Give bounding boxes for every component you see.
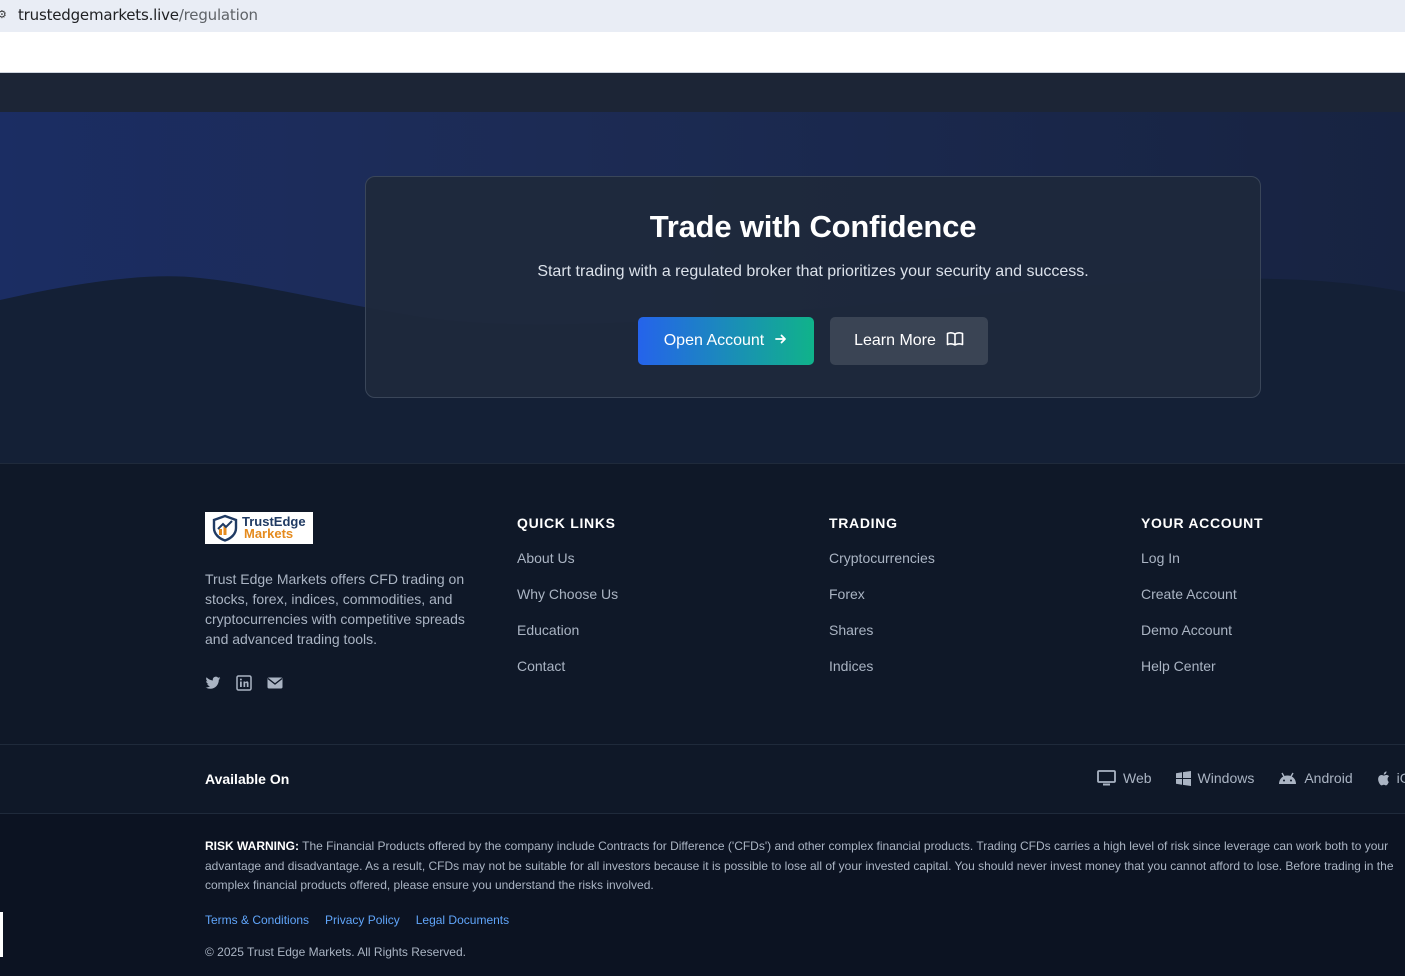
site-header <box>0 32 1405 73</box>
footer-link-help-center[interactable]: Help Center <box>1141 658 1263 694</box>
risk-warning-label: RISK WARNING: <box>205 839 299 853</box>
footer-link-create-account[interactable]: Create Account <box>1141 586 1263 622</box>
arrow-right-icon <box>774 332 788 351</box>
cta-title: Trade with Confidence <box>649 209 977 244</box>
platform-list: Web Windows Android iOS <box>1097 770 1405 786</box>
url-domain: trustedgemarkets.live <box>18 6 179 24</box>
footer-link-indices[interactable]: Indices <box>829 658 935 694</box>
footer-link-cryptocurrencies[interactable]: Cryptocurrencies <box>829 550 935 586</box>
shield-logo-icon <box>212 514 238 542</box>
footer-link-log-in[interactable]: Log In <box>1141 550 1263 586</box>
url-text[interactable]: trustedgemarkets.live/regulation <box>18 7 258 23</box>
account-column: YOUR ACCOUNT Log In Create Account Demo … <box>1141 515 1263 694</box>
platform-windows-label: Windows <box>1197 770 1255 786</box>
platform-windows[interactable]: Windows <box>1175 770 1255 786</box>
url-path: /regulation <box>178 6 258 24</box>
desktop-icon <box>1097 770 1116 786</box>
platform-ios-label: iOS <box>1396 770 1405 786</box>
android-icon <box>1279 772 1297 784</box>
windows-icon <box>1175 770 1191 786</box>
open-account-button[interactable]: Open Account <box>638 317 814 365</box>
open-account-label: Open Account <box>663 332 765 349</box>
footer: TrustEdge Markets Trust Edge Markets off… <box>0 463 1405 744</box>
privacy-policy-link[interactable]: Privacy Policy <box>325 913 400 927</box>
book-icon <box>946 331 964 352</box>
footer-link-education[interactable]: Education <box>517 622 618 658</box>
footer-link-why-choose-us[interactable]: Why Choose Us <box>517 586 618 622</box>
legal-documents-link[interactable]: Legal Documents <box>416 913 509 927</box>
cta-section: Trade with Confidence Start trading with… <box>0 112 1405 463</box>
terms-link[interactable]: Terms & Conditions <box>205 913 309 927</box>
platform-android-label: Android <box>1304 770 1353 786</box>
available-on-label: Available On <box>205 771 290 787</box>
risk-warning-text: The Financial Products offered by the co… <box>205 839 1394 892</box>
footer-link-contact[interactable]: Contact <box>517 658 618 694</box>
platform-ios[interactable]: iOS <box>1377 770 1405 786</box>
trading-column: TRADING Cryptocurrencies Forex Shares In… <box>829 515 935 694</box>
quick-links-column: QUICK LINKS About Us Why Choose Us Educa… <box>517 515 618 694</box>
trustedge-logo[interactable]: TrustEdge Markets <box>205 512 313 544</box>
trading-heading: TRADING <box>829 515 898 531</box>
linkedin-icon[interactable] <box>236 675 252 691</box>
social-links <box>205 675 283 691</box>
twitter-icon[interactable] <box>205 675 221 691</box>
footer-link-forex[interactable]: Forex <box>829 586 935 622</box>
platform-android[interactable]: Android <box>1278 770 1353 786</box>
logo-line-2: Markets <box>244 526 294 541</box>
learn-more-button[interactable]: Learn More <box>830 317 988 365</box>
footer-link-shares[interactable]: Shares <box>829 622 935 658</box>
risk-warning: RISK WARNING: The Financial Products off… <box>205 837 1400 896</box>
learn-more-label: Learn More <box>854 332 936 349</box>
legal-section: RISK WARNING: The Financial Products off… <box>0 813 1405 976</box>
site-info-icon[interactable]: ⚙ <box>0 9 7 21</box>
apple-icon <box>1377 770 1389 785</box>
cta-subtitle: Start trading with a regulated broker th… <box>537 263 1089 280</box>
quick-links-heading: QUICK LINKS <box>517 515 616 531</box>
copyright: © 2025 Trust Edge Markets. All Rights Re… <box>205 945 466 959</box>
legal-links: Terms & Conditions Privacy Policy Legal … <box>205 913 509 927</box>
address-bar[interactable]: ⚙ trustedgemarkets.live/regulation <box>0 0 1405 32</box>
company-description: Trust Edge Markets offers CFD trading on… <box>205 571 465 647</box>
footer-link-about-us[interactable]: About Us <box>517 550 618 586</box>
nav-strip <box>0 73 1405 112</box>
platform-availability: Available On Web Windows Android iOS <box>0 744 1405 813</box>
account-heading: YOUR ACCOUNT <box>1141 515 1264 531</box>
platform-web-label: Web <box>1123 770 1152 786</box>
footer-link-demo-account[interactable]: Demo Account <box>1141 622 1263 658</box>
logo-wordmark: TrustEdge Markets <box>242 515 306 541</box>
cta-card: Trade with Confidence Start trading with… <box>365 176 1261 398</box>
platform-web[interactable]: Web <box>1097 770 1152 786</box>
side-panel-edge <box>0 912 3 957</box>
email-icon[interactable] <box>267 675 283 691</box>
